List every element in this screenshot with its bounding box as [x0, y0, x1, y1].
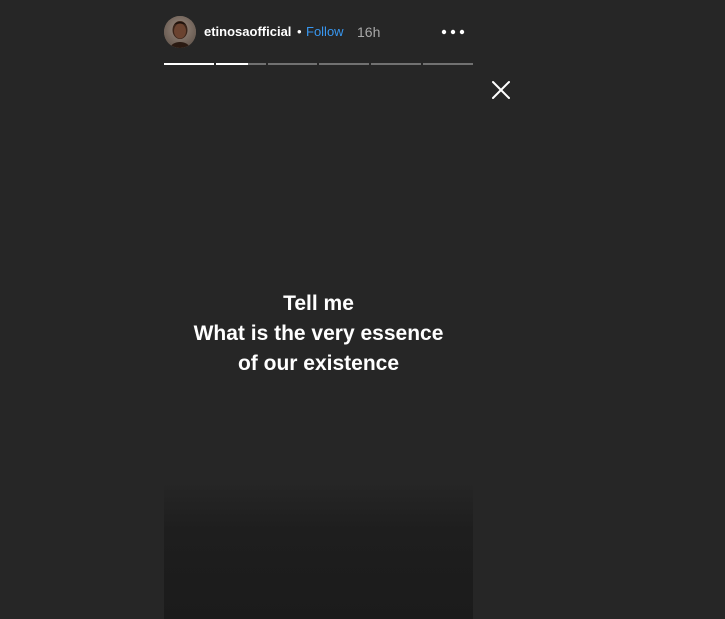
username[interactable]: etinosaofficial — [204, 24, 291, 39]
progress-segment — [215, 63, 266, 65]
avatar[interactable] — [164, 16, 196, 48]
progress-segment-fill — [164, 63, 214, 65]
story-header: etinosaofficial • Follow 16h — [164, 16, 473, 48]
progress-segment-fill — [215, 63, 249, 65]
more-horizontal-icon[interactable] — [440, 22, 466, 42]
progress-segment — [267, 63, 318, 65]
close-icon[interactable] — [490, 79, 512, 101]
caption-line-3: of our existence — [237, 352, 400, 375]
timestamp: 16h — [357, 24, 381, 40]
progress-segment — [423, 63, 473, 65]
progress-segment — [319, 63, 370, 65]
story-caption: Tell me What is the very essence of our … — [164, 289, 473, 379]
progress-segment — [371, 63, 422, 65]
story-progress-bar — [164, 63, 473, 66]
separator-dot: • — [297, 24, 302, 39]
caption-line-1: Tell me — [283, 292, 354, 315]
story-frame[interactable]: etinosaofficial • Follow 16h Tell me Wha… — [164, 0, 473, 619]
progress-segment — [164, 63, 214, 65]
caption-line-2: What is the very essence — [193, 322, 444, 345]
story-viewer: etinosaofficial • Follow 16h Tell me Wha… — [0, 0, 725, 619]
follow-button[interactable]: Follow — [306, 24, 344, 39]
story-bottom-gradient — [164, 482, 473, 619]
